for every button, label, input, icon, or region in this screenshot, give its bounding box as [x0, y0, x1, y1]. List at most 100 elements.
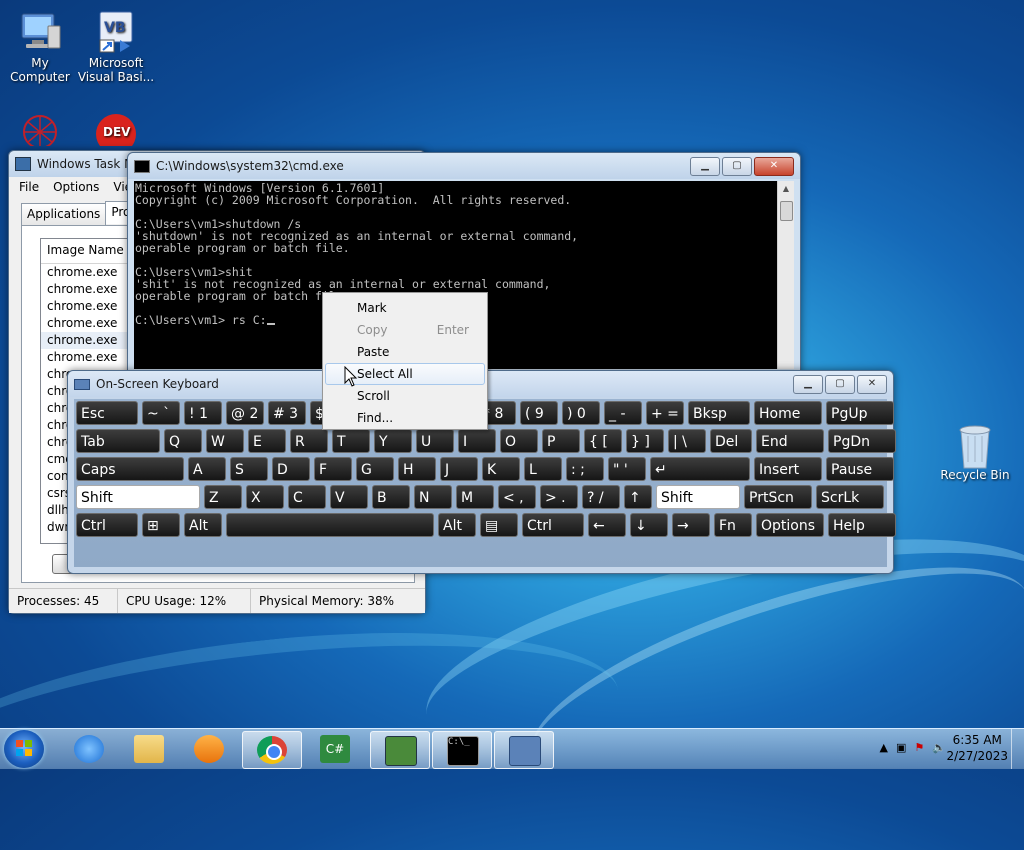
key-pgup[interactable]: PgUp — [826, 401, 894, 425]
key-p[interactable]: P — [542, 429, 580, 453]
maximize-button[interactable]: ▢ — [825, 374, 855, 394]
key-w[interactable]: W — [206, 429, 244, 453]
key-e[interactable]: E — [248, 429, 286, 453]
key-fn[interactable]: Fn — [714, 513, 752, 537]
key-n[interactable]: N — [414, 485, 452, 509]
key-help[interactable]: Help — [828, 513, 896, 537]
key-t[interactable]: T — [332, 429, 370, 453]
key-2[interactable]: @ 2 — [226, 401, 264, 425]
taskbar-cmd[interactable]: C:\_ — [432, 731, 492, 769]
taskbar-task-manager[interactable] — [370, 731, 430, 769]
desktop-icon-visual-basic[interactable]: VB Microsoft Visual Basi... — [76, 10, 156, 84]
key-d[interactable]: D — [272, 457, 310, 481]
show-hidden-icons-icon[interactable]: ▲ — [880, 741, 888, 754]
key-home[interactable]: Home — [754, 401, 822, 425]
key-symbol[interactable]: > . — [540, 485, 578, 509]
taskbar-explorer[interactable] — [120, 731, 178, 767]
key-alt[interactable]: Alt — [438, 513, 476, 537]
key-u[interactable]: U — [416, 429, 454, 453]
key-alt[interactable]: Alt — [184, 513, 222, 537]
key-shift[interactable]: Shift — [656, 485, 740, 509]
key-end[interactable]: End — [756, 429, 824, 453]
key-symbol[interactable]: { [ — [584, 429, 622, 453]
key-symbol[interactable]: : ; — [566, 457, 604, 481]
key-o[interactable]: O — [500, 429, 538, 453]
key-3[interactable]: # 3 — [268, 401, 306, 425]
key-tab[interactable]: Tab — [76, 429, 160, 453]
start-button[interactable] — [4, 730, 44, 768]
key-symbol[interactable]: } ] — [626, 429, 664, 453]
key-symbol[interactable]: ▤ — [480, 513, 518, 537]
scroll-thumb[interactable] — [780, 201, 793, 221]
key-prtscn[interactable]: PrtScn — [744, 485, 812, 509]
key-scrlk[interactable]: ScrLk — [816, 485, 884, 509]
key-1[interactable]: ! 1 — [184, 401, 222, 425]
menu-item-scroll[interactable]: Scroll — [323, 385, 487, 407]
key-pgdn[interactable]: PgDn — [828, 429, 896, 453]
key-insert[interactable]: Insert — [754, 457, 822, 481]
menu-options[interactable]: Options — [53, 180, 99, 194]
close-button[interactable]: ✕ — [754, 156, 794, 176]
key-options[interactable]: Options — [756, 513, 824, 537]
key-h[interactable]: H — [398, 457, 436, 481]
minimize-button[interactable]: ▁ — [690, 156, 720, 176]
menu-item-mark[interactable]: Mark — [323, 297, 487, 319]
clock[interactable]: 6:35 AM 2/27/2023 — [946, 732, 1008, 764]
key-s[interactable]: S — [230, 457, 268, 481]
key-symbol[interactable]: " ' — [608, 457, 646, 481]
key-c[interactable]: C — [288, 485, 326, 509]
key-symbol[interactable]: + = — [646, 401, 684, 425]
taskbar-csharp[interactable]: C# — [306, 731, 364, 767]
key-m[interactable]: M — [456, 485, 494, 509]
taskbar-on-screen-keyboard[interactable] — [494, 731, 554, 769]
action-center-icon[interactable]: ⚑ — [914, 741, 924, 754]
cmd-titlebar[interactable]: C:\Windows\system32\cmd.exe ▁ ▢ ✕ — [128, 153, 800, 179]
show-desktop-button[interactable] — [1011, 729, 1024, 769]
key-r[interactable]: R — [290, 429, 328, 453]
key-symbol[interactable]: _ - — [604, 401, 642, 425]
key-symbol[interactable]: | \ — [668, 429, 706, 453]
key-symbol[interactable]: ↓ — [630, 513, 668, 537]
key-symbol[interactable]: ↵ — [650, 457, 750, 481]
key-b[interactable]: B — [372, 485, 410, 509]
volume-icon[interactable]: 🔈 — [932, 741, 946, 754]
key-g[interactable]: G — [356, 457, 394, 481]
key-q[interactable]: Q — [164, 429, 202, 453]
key-f[interactable]: F — [314, 457, 352, 481]
key-symbol[interactable]: ~ ` — [142, 401, 180, 425]
key-esc[interactable]: Esc — [76, 401, 138, 425]
key-a[interactable]: A — [188, 457, 226, 481]
key-symbol[interactable]: < , — [498, 485, 536, 509]
minimize-button[interactable]: ▁ — [793, 374, 823, 394]
menu-file[interactable]: File — [19, 180, 39, 194]
key-bksp[interactable]: Bksp — [688, 401, 750, 425]
key-j[interactable]: J — [440, 457, 478, 481]
key-symbol[interactable]: ← — [588, 513, 626, 537]
key-shift[interactable]: Shift — [76, 485, 200, 509]
menu-item-copy[interactable]: Copy Enter — [323, 319, 487, 341]
key-z[interactable]: Z — [204, 485, 242, 509]
scroll-up-icon[interactable]: ▲ — [778, 181, 794, 197]
key-symbol[interactable]: ? / — [582, 485, 620, 509]
key-y[interactable]: Y — [374, 429, 412, 453]
key-ctrl[interactable]: Ctrl — [522, 513, 584, 537]
console-scrollbar[interactable]: ▲ — [777, 181, 794, 369]
key-i[interactable]: I — [458, 429, 496, 453]
key-l[interactable]: L — [524, 457, 562, 481]
desktop-icon-recycle-bin[interactable]: Recycle Bin — [936, 422, 1014, 482]
key-0[interactable]: ) 0 — [562, 401, 600, 425]
taskbar-chrome[interactable] — [242, 731, 302, 769]
key-caps[interactable]: Caps — [76, 457, 184, 481]
tab-applications[interactable]: Applications — [21, 203, 107, 226]
key-symbol[interactable]: → — [672, 513, 710, 537]
key-v[interactable]: V — [330, 485, 368, 509]
key-symbol[interactable]: ↑ — [624, 485, 652, 509]
key-ctrl[interactable]: Ctrl — [76, 513, 138, 537]
key-pause[interactable]: Pause — [826, 457, 894, 481]
menu-item-paste[interactable]: Paste — [323, 341, 487, 363]
close-button[interactable]: ✕ — [857, 374, 887, 394]
maximize-button[interactable]: ▢ — [722, 156, 752, 176]
desktop-icon-my-computer[interactable]: My Computer — [0, 10, 80, 84]
key-del[interactable]: Del — [710, 429, 752, 453]
menu-item-find[interactable]: Find... — [323, 407, 487, 429]
